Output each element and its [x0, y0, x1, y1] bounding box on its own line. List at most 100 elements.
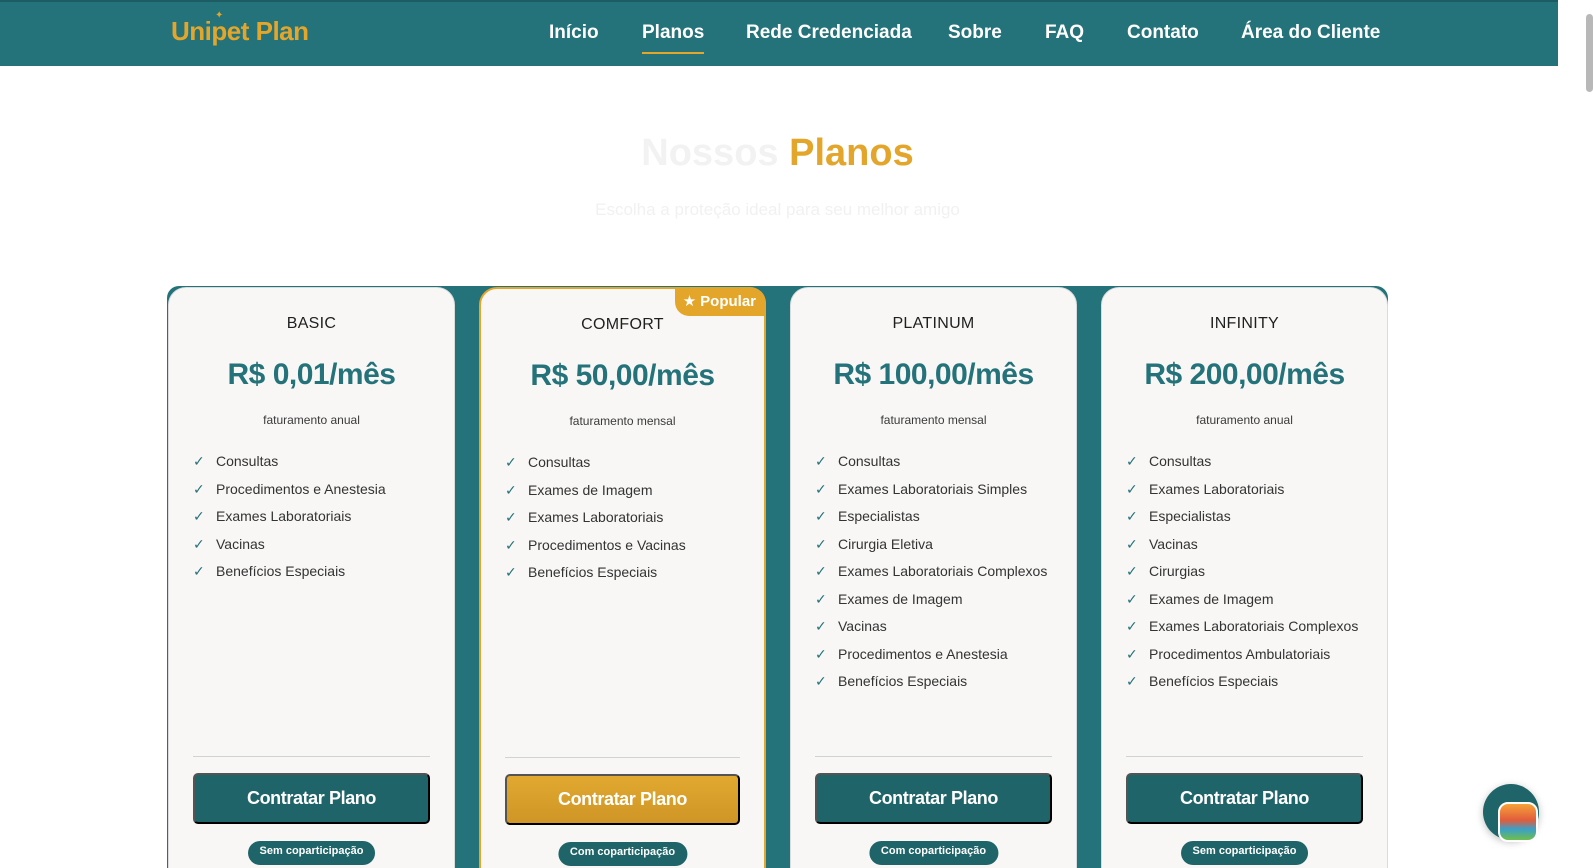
feature-item: ✓ Benefícios Especiais	[505, 562, 746, 582]
feature-item: ✓ Procedimentos e Vacinas	[505, 535, 746, 555]
scrollbar-thumb[interactable]	[1586, 14, 1593, 92]
feature-label: Consultas	[1149, 453, 1212, 469]
nav-planos[interactable]: Planos	[642, 22, 705, 54]
nav-sobre[interactable]: Sobre	[948, 22, 1002, 44]
contract-plan-button-platinum[interactable]: Contratar Plano	[815, 773, 1052, 824]
nav-area-do-cliente[interactable]: Área do Cliente	[1241, 22, 1380, 44]
section-title-part2: Planos	[789, 132, 914, 174]
feature-label: Benefícios Especiais	[528, 564, 658, 580]
feature-item: ✓ Procedimentos e Anestesia	[815, 644, 1058, 664]
plan-card-infinity: INFINITY R$ 200,00/mês faturamento anual…	[1101, 287, 1388, 868]
feature-label: Vacinas	[1149, 535, 1198, 552]
check-icon: ✓	[1126, 480, 1138, 497]
check-icon: ✓	[505, 454, 517, 470]
top-navbar: Unipet Plan ✦ Início Planos Rede Credenc…	[0, 0, 1558, 66]
feature-item: ✓ Vacinas	[1126, 534, 1369, 554]
check-icon: ✓	[1126, 673, 1138, 689]
feature-list: ✓ Consultas ✓ Exames de Imagem ✓ Exames Lab…	[505, 452, 746, 590]
contract-plan-button-comfort[interactable]: Contratar Plano	[505, 774, 740, 825]
check-icon: ✓	[505, 564, 517, 580]
nav-contato[interactable]: Contato	[1127, 22, 1199, 44]
logo-text: Unipet Plan	[171, 16, 309, 46]
contract-plan-button-basic[interactable]: Contratar Plano	[193, 773, 430, 824]
nav-rede-credenciada[interactable]: Rede Credenciada	[746, 22, 912, 44]
feature-label: Procedimentos Ambulatoriais	[1149, 645, 1331, 662]
feature-label: Consultas	[528, 454, 591, 470]
coparticipation-tag: Sem coparticipação	[247, 841, 376, 865]
nav-inicio[interactable]: Início	[549, 22, 599, 44]
feature-item: ✓ Exames de Imagem	[505, 480, 746, 500]
feature-item: ✓ Especialistas	[1126, 506, 1369, 526]
popular-badge-label: Popular	[700, 293, 756, 310]
card-divider	[193, 756, 430, 757]
check-icon: ✓	[505, 481, 517, 498]
coparticipation-tag: Com coparticipação	[868, 841, 999, 865]
plan-price: R$ 0,01/mês	[227, 358, 396, 391]
plan-billing: faturamento mensal	[569, 414, 676, 428]
check-icon: ✓	[815, 645, 827, 662]
chat-widget-button[interactable]	[1483, 784, 1539, 842]
check-icon: ✓	[1126, 453, 1138, 469]
feature-item: ✓ Consultas	[505, 452, 746, 472]
feature-item: ✓ Benefícios Especiais	[193, 561, 436, 581]
feature-label: Exames de Imagem	[1149, 590, 1274, 607]
check-icon: ✓	[1126, 645, 1138, 662]
check-icon: ✓	[1126, 508, 1138, 524]
plan-price: R$ 100,00/mês	[833, 358, 1034, 391]
section-title: Nossos Planos	[0, 132, 1555, 175]
feature-label: Exames Laboratoriais	[216, 508, 352, 524]
page-scrollbar[interactable]	[1558, 0, 1593, 868]
check-icon: ✓	[815, 618, 827, 634]
contract-plan-button-infinity[interactable]: Contratar Plano	[1126, 773, 1363, 824]
feature-label: Exames Laboratoriais	[528, 509, 664, 525]
check-icon: ✓	[505, 536, 517, 553]
feature-label: Especialistas	[838, 508, 920, 524]
check-icon: ✓	[193, 453, 205, 469]
coparticipation-tag: Sem coparticipação	[1180, 841, 1309, 865]
feature-item: ✓ Benefícios Especiais	[1126, 671, 1369, 691]
paw-icon: ✦	[215, 10, 223, 21]
feature-label: Consultas	[838, 453, 901, 469]
check-icon: ✓	[1126, 563, 1138, 579]
feature-label: Exames Laboratoriais	[1149, 480, 1285, 497]
feature-label: Procedimentos e Anestesia	[838, 645, 1008, 662]
check-icon: ✓	[815, 590, 827, 607]
popular-badge: ★ Popular	[674, 287, 766, 316]
feature-label: Vacinas	[838, 618, 887, 634]
feature-item: ✓ Consultas	[193, 451, 436, 471]
check-icon: ✓	[505, 509, 517, 525]
check-icon: ✓	[193, 480, 205, 497]
feature-label: Procedimentos e Vacinas	[528, 536, 686, 553]
chat-widget-icon[interactable]	[1498, 802, 1538, 842]
feature-label: Especialistas	[1149, 508, 1231, 524]
check-icon: ✓	[815, 535, 827, 552]
feature-label: Exames Laboratoriais Complexos	[838, 563, 1048, 579]
card-divider	[505, 757, 740, 758]
check-icon: ✓	[193, 508, 205, 524]
plan-billing: faturamento mensal	[880, 413, 987, 427]
feature-item: ✓ Exames Laboratoriais	[1126, 479, 1369, 499]
check-icon: ✓	[1126, 535, 1138, 552]
section-title-part1: Nossos	[641, 132, 779, 174]
star-icon: ★	[682, 293, 697, 310]
feature-list: ✓ Consultas ✓ Exames Laboratoriais ✓ Especi…	[1126, 451, 1369, 699]
check-icon: ✓	[815, 673, 827, 689]
check-icon: ✓	[193, 563, 205, 579]
feature-item: ✓ Exames de Imagem	[815, 589, 1058, 609]
feature-item: ✓ Exames de Imagem	[1126, 589, 1369, 609]
check-icon: ✓	[193, 535, 205, 552]
nav-faq[interactable]: FAQ	[1045, 22, 1084, 44]
plan-price: R$ 50,00/mês	[530, 359, 715, 392]
feature-item: ✓ Procedimentos Ambulatoriais	[1126, 644, 1369, 664]
feature-item: ✓ Especialistas	[815, 506, 1058, 526]
plan-card-comfort: ★ Popular COMFORT R$ 50,00/mês faturament…	[479, 287, 766, 868]
plan-billing: faturamento anual	[263, 413, 360, 427]
feature-item: ✓ Vacinas	[193, 534, 436, 554]
check-icon: ✓	[815, 480, 827, 497]
plan-name: BASIC	[286, 315, 337, 332]
logo[interactable]: Unipet Plan ✦	[171, 10, 309, 47]
feature-list: ✓ Consultas ✓ Procedimentos e Anestesia ✓ E…	[193, 451, 436, 589]
feature-item: ✓ Exames Laboratoriais Complexos	[815, 561, 1058, 581]
card-divider	[815, 756, 1052, 757]
plan-price: R$ 200,00/mês	[1144, 358, 1345, 391]
